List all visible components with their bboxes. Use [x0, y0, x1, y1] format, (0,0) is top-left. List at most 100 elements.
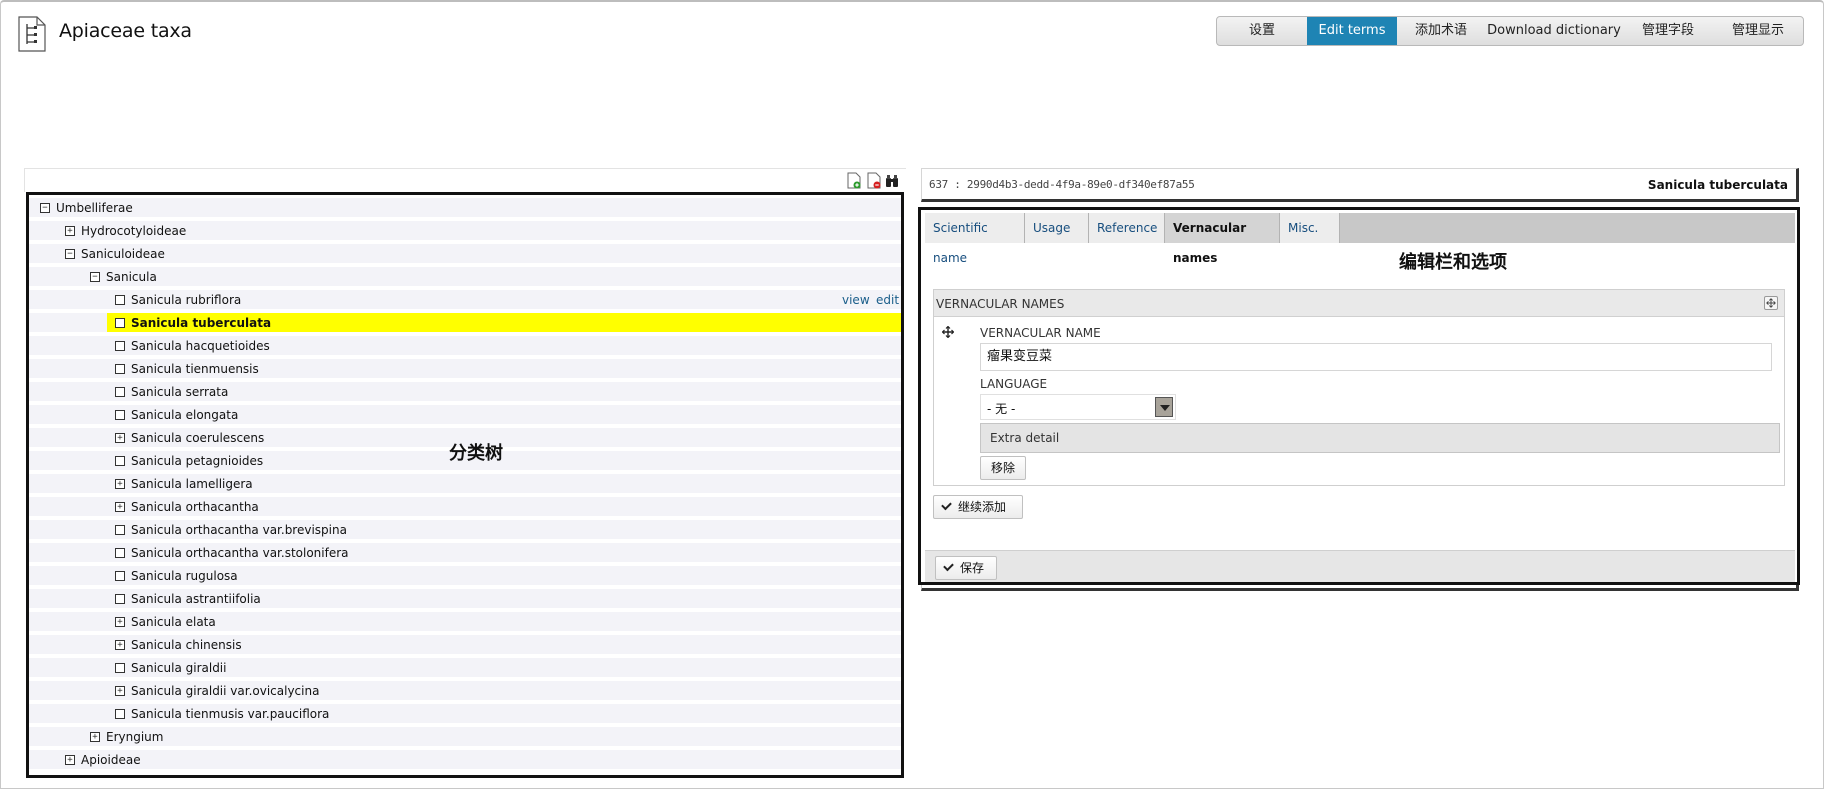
expand-icon[interactable]: +: [65, 755, 75, 765]
nav-add-term[interactable]: 添加术语: [1397, 17, 1485, 45]
expand-icon[interactable]: +: [90, 732, 100, 742]
language-select-value: - 无 -: [987, 402, 1016, 416]
leaf-node-icon: [115, 525, 125, 535]
view-link[interactable]: view: [842, 293, 870, 307]
tree-node-sanicula-chinensis[interactable]: + Sanicula chinensis: [29, 635, 901, 656]
leaf-node-icon: [115, 341, 125, 351]
tree-node-label: Sanicula chinensis: [131, 638, 242, 652]
tree-node-eryngium[interactable]: + Eryngium: [29, 727, 901, 748]
add-more-label: 继续添加: [958, 500, 1007, 514]
taxonomy-tree: − Umbelliferae + Hydrocotyloideae − Sani…: [26, 192, 904, 778]
tree-node-hydrocotyloideae[interactable]: + Hydrocotyloideae: [29, 221, 901, 242]
tree-node-sanicula-elata[interactable]: + Sanicula elata: [29, 612, 901, 633]
extra-detail-toggle[interactable]: Extra detail: [980, 423, 1780, 453]
tree-node-sanicula-tienmuensis[interactable]: Sanicula tienmuensis: [29, 359, 901, 380]
tree-node-sanicula-rugulosa[interactable]: Sanicula rugulosa: [29, 566, 901, 587]
expand-icon[interactable]: +: [115, 640, 125, 650]
expand-arrows-icon[interactable]: [1764, 296, 1778, 310]
nav-download-dictionary[interactable]: Download dictionary: [1485, 17, 1623, 45]
tree-node-sanicula-hacquetioides[interactable]: Sanicula hacquetioides: [29, 336, 901, 357]
expand-icon[interactable]: +: [115, 686, 125, 696]
tree-node-sanicula-giraldii[interactable]: Sanicula giraldii: [29, 658, 901, 679]
tree-node-sanicula-lamelligera[interactable]: + Sanicula lamelligera: [29, 474, 901, 495]
language-select[interactable]: - 无 -: [980, 394, 1176, 420]
tree-node-label: Sanicula elongata: [131, 408, 239, 422]
tree-node-label: Sanicula giraldii: [131, 661, 227, 675]
tree-node-sanicula-tuberculata[interactable]: Sanicula tuberculata: [29, 313, 901, 334]
delete-document-icon[interactable]: [867, 172, 881, 189]
drag-handle-icon[interactable]: [942, 326, 954, 338]
save-button[interactable]: 保存: [935, 556, 997, 580]
tree-node-label: Sanicula serrata: [131, 385, 229, 399]
tree-node-sanicula[interactable]: − Sanicula: [29, 267, 901, 288]
binoculars-icon[interactable]: [885, 172, 899, 189]
leaf-node-icon: [115, 295, 125, 305]
save-label: 保存: [960, 561, 985, 575]
tree-node-umbelliferae[interactable]: − Umbelliferae: [29, 198, 901, 219]
expand-icon[interactable]: +: [115, 479, 125, 489]
collapse-icon[interactable]: −: [65, 249, 75, 259]
check-icon: [941, 499, 952, 511]
dropdown-arrow-icon[interactable]: [1155, 397, 1173, 417]
leaf-node-icon: [115, 548, 125, 558]
tab-vernacular-names[interactable]: Vernacular names: [1165, 213, 1280, 265]
leaf-node-icon: [115, 709, 125, 719]
tree-node-label: Sanicula lamelligera: [131, 477, 253, 491]
expand-icon[interactable]: +: [115, 617, 125, 627]
collapse-icon[interactable]: −: [90, 272, 100, 282]
tree-node-sanicula-elongata[interactable]: Sanicula elongata: [29, 405, 901, 426]
tree-node-label: Sanicula rugulosa: [131, 569, 238, 583]
nav-manage-fields[interactable]: 管理字段: [1623, 17, 1713, 45]
tree-node-label: Umbelliferae: [56, 201, 133, 215]
remove-button[interactable]: 移除: [980, 456, 1026, 480]
tree-node-sanicula-orthacantha-brevispina[interactable]: Sanicula orthacantha var.brevispina: [29, 520, 901, 541]
tab-scientific-name[interactable]: Scientific name: [925, 213, 1025, 265]
tree-node-sanicula-giraldii-ovicalycina[interactable]: + Sanicula giraldii var.ovicalycina: [29, 681, 901, 702]
vernacular-name-input[interactable]: 瘤果变豆菜: [980, 343, 1772, 371]
app-title: Apiaceae taxa: [59, 20, 192, 42]
tree-node-label: Sanicula giraldii var.ovicalycina: [131, 684, 320, 698]
nav-settings[interactable]: 设置: [1217, 17, 1307, 45]
tab-usage[interactable]: Usage: [1025, 213, 1089, 243]
tree-node-label: Sanicula rubriflora: [131, 293, 242, 307]
tree-node-label: Sanicula tienmusis var.pauciflora: [131, 707, 330, 721]
tree-node-label: Apioideae: [81, 753, 141, 767]
tree-node-label: Sanicula coerulescens: [131, 431, 265, 445]
tab-misc[interactable]: Misc.: [1280, 213, 1340, 243]
editor-footer: 保存: [925, 550, 1795, 582]
add-document-icon[interactable]: [847, 172, 861, 189]
expand-icon[interactable]: +: [65, 226, 75, 236]
tree-node-sanicula-rubriflora[interactable]: Sanicula rubriflora view edit: [29, 290, 901, 311]
nav-manage-display[interactable]: 管理显示: [1713, 17, 1803, 45]
tab-reference[interactable]: Reference: [1089, 213, 1165, 243]
vernacular-name-label: VERNACULAR NAME: [980, 326, 1101, 340]
tree-node-label: Sanicula tienmuensis: [131, 362, 259, 376]
tree-node-sanicula-orthacantha-stolonifera[interactable]: Sanicula orthacantha var.stolonifera: [29, 543, 901, 564]
tree-node-label: Sanicula orthacantha: [131, 500, 259, 514]
edit-panel: Scientific name Usage Reference Vernacul…: [918, 207, 1800, 585]
tree-node-apioideae[interactable]: + Apioideae: [29, 750, 901, 771]
nav-edit-terms[interactable]: Edit terms: [1307, 17, 1397, 45]
record-header: 637 : 2990d4b3-dedd-4f9a-89e0-df340ef87a…: [921, 168, 1799, 202]
collapse-icon[interactable]: −: [40, 203, 50, 213]
tree-node-label: Sanicula hacquetioides: [131, 339, 270, 353]
taxonomy-app-icon: [18, 16, 46, 52]
tree-node-label: Eryngium: [106, 730, 164, 744]
edit-link[interactable]: edit: [876, 293, 899, 307]
check-icon: [943, 560, 954, 572]
add-more-button[interactable]: 继续添加: [933, 495, 1023, 519]
expand-icon[interactable]: +: [115, 502, 125, 512]
main-nav: 设置 Edit terms 添加术语 Download dictionary 管…: [1216, 16, 1804, 46]
tree-node-saniculoideae[interactable]: − Saniculoideae: [29, 244, 901, 265]
vernacular-names-header: VERNACULAR NAMES: [934, 290, 1784, 317]
expand-icon[interactable]: +: [115, 433, 125, 443]
tree-node-sanicula-serrata[interactable]: Sanicula serrata: [29, 382, 901, 403]
tree-node-sanicula-orthacantha[interactable]: + Sanicula orthacantha: [29, 497, 901, 518]
tree-node-sanicula-tienmusis-pauciflora[interactable]: Sanicula tienmusis var.pauciflora: [29, 704, 901, 725]
tree-annotation: 分类树: [449, 443, 503, 464]
tree-node-sanicula-astrantiifolia[interactable]: Sanicula astrantiifolia: [29, 589, 901, 610]
leaf-node-icon: [115, 456, 125, 466]
editor-annotation: 编辑栏和选项: [1399, 252, 1507, 273]
tree-node-label: Sanicula petagnioides: [131, 454, 264, 468]
leaf-node-icon: [115, 318, 125, 328]
